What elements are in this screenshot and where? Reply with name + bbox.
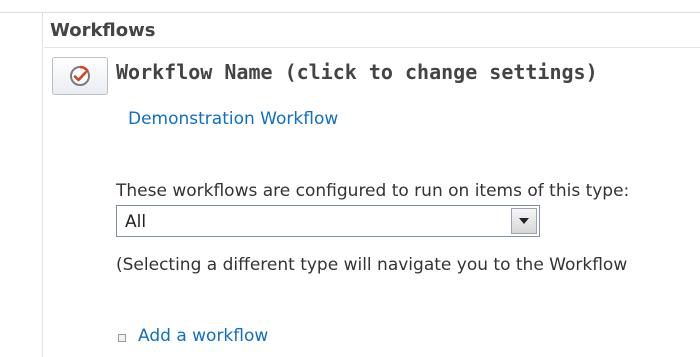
left-border [42, 12, 43, 357]
content-type-select[interactable]: All [116, 205, 540, 237]
bullet-icon [118, 334, 126, 342]
top-border [0, 0, 700, 13]
workflow-link-demonstration[interactable]: Demonstration Workflow [128, 109, 338, 129]
content-type-hint: (Selecting a different type will navigat… [116, 255, 628, 275]
chevron-down-icon[interactable] [511, 208, 537, 234]
section-divider [44, 47, 700, 48]
section-title: Workflows [50, 20, 156, 41]
workflow-settings-icon [68, 64, 92, 88]
content-type-label: These workflows are configured to run on… [116, 181, 630, 201]
workflow-settings-page: Workflows Workflow Name (click to change… [0, 0, 700, 357]
add-workflow-link[interactable]: Add a workflow [138, 326, 268, 346]
content-type-selected-value: All [125, 212, 147, 232]
workflow-name-column-header[interactable]: Workflow Name (click to change settings) [116, 60, 598, 84]
workflow-settings-button[interactable] [52, 57, 108, 95]
